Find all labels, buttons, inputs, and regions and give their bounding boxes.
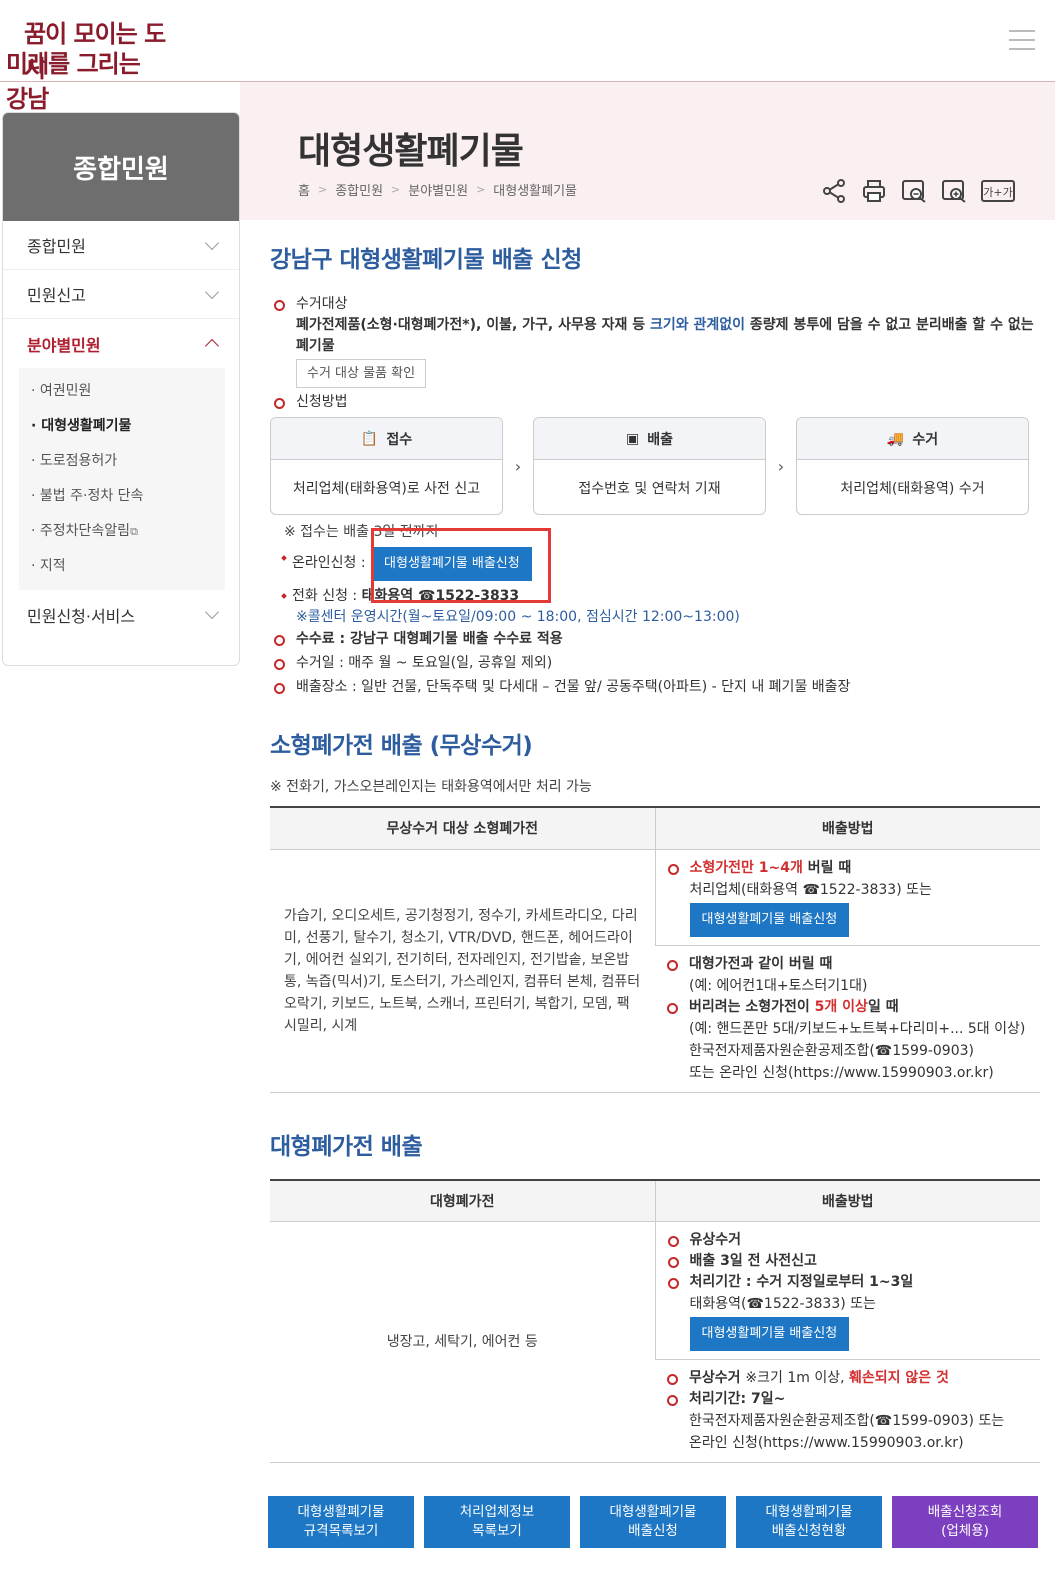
table-header: 대형폐가전 <box>270 1179 655 1222</box>
large-apply-button[interactable]: 대형생활폐기물 배출신청 <box>689 1317 850 1351</box>
zoom-in-icon[interactable] <box>941 178 967 204</box>
online-apply: 온라인신청 : 대형생활폐기물 배출신청 <box>270 547 1040 581</box>
target-description: 폐가전제품(소형·대형폐가전*), 이불, 가구, 사무용 자재 등 크기와 관… <box>296 317 1034 354</box>
small-apply-button[interactable]: 대형생활폐기물 배출신청 <box>689 902 850 937</box>
top-header: 꿈이 모이는 도시 미래를 그리는 강남 <box>0 0 1055 113</box>
apply-button[interactable]: 대형생활폐기물 배출신청 <box>580 1496 726 1548</box>
sidebar-item-label: 종합민원 <box>27 237 86 256</box>
table-header: 무상수거 대상 소형폐가전 <box>270 807 655 850</box>
submenu-item-passport[interactable]: · 여권민원 <box>31 374 225 409</box>
page-title: 대형생활폐기물 <box>298 131 524 172</box>
section-title-apply: 강남구 대형생활폐기물 배출 신청 <box>270 247 582 273</box>
table-header: 배출방법 <box>654 807 1040 850</box>
small-appliance-note: ※ 전화기, 가스오븐레인지는 태화용역에서만 처리 가능 <box>270 779 592 795</box>
vendor-list-button[interactable]: 처리업체정보 목록보기 <box>424 1496 570 1548</box>
submenu-item-parking-enforcement[interactable]: · 불법 주·정차 단속 <box>31 479 225 514</box>
breadcrumb-item[interactable]: 분야별민원 <box>408 180 468 199</box>
chevron-right-icon: › <box>514 456 522 476</box>
page-title-area: 대형생활폐기물 홈 > 종합민원 > 분야별민원 > 대형생활폐기물 가+가 <box>240 82 1055 220</box>
online-apply-button[interactable]: 대형생활폐기물 배출신청 <box>372 547 532 581</box>
svg-text:가+가: 가+가 <box>983 186 1012 199</box>
submenu-item-parking-alert[interactable]: · 주정차단속알림⧉ <box>31 514 225 549</box>
external-link-icon: ⧉ <box>130 525 138 538</box>
table-cell: 대형가전과 같이 버릴 때 (예: 에어컨1대+토스터기1대) 버리려는 소형가… <box>655 945 1040 1093</box>
breadcrumb-home[interactable]: 홈 <box>298 180 310 199</box>
chevron-down-icon <box>204 604 220 620</box>
print-icon[interactable] <box>861 178 887 204</box>
small-appliance-list: 가습기, 오디오세트, 공기청정기, 정수기, 카세트라디오, 다리미, 선풍기… <box>270 849 655 1093</box>
apply-status-button[interactable]: 대형생활폐기물 배출신청현황 <box>736 1496 882 1548</box>
sidebar-item-services[interactable]: 민원신청·서비스 <box>3 590 239 639</box>
main-content: 강남구 대형생활폐기물 배출 신청 수거대상 폐가전제품(소형·대형폐가전*),… <box>270 240 1040 1463</box>
site-logo[interactable]: 꿈이 모이는 도시 미래를 그리는 강남 <box>6 12 166 113</box>
section-title-small: 소형폐가전 배출 (무상수거) <box>270 733 533 759</box>
box-icon: ▣ <box>626 430 640 447</box>
sidebar-item-report[interactable]: 민원신고 <box>3 270 239 319</box>
large-appliance-table: 대형폐가전 배출방법 냉장고, 세탁기, 에어컨 등 유상수거 배출 3일 전 … <box>270 1178 1040 1463</box>
chevron-down-icon <box>204 284 220 299</box>
table-cell: 소형가전만 1~4개 버릴 때 처리업체(태화용역 ☎1522-3833) 또는… <box>654 849 1040 946</box>
sidebar-title: 종합민원 <box>3 113 239 221</box>
page-tools: 가+가 <box>821 178 1015 204</box>
small-appliance-table: 무상수거 대상 소형폐가전 배출방법 가습기, 오디오세트, 공기청정기, 정수… <box>270 806 1040 1093</box>
sidebar-item-label: 분야별민원 <box>27 335 101 355</box>
clipboard-icon: 📋 <box>360 430 379 447</box>
chevron-down-icon <box>204 235 220 250</box>
sidebar-item-label: 민원신고 <box>27 286 86 305</box>
step-dispose: ▣ 배출 접수번호 및 연락처 기재 <box>533 417 766 515</box>
vendor-lookup-button[interactable]: 배출신청조회 (업체용) <box>892 1496 1038 1548</box>
bottom-button-group: 대형생활폐기물 규격목록보기 처리업체정보 목록보기 대형생활폐기물 배출신청 대형생… <box>268 1496 1038 1548</box>
disposal-place: 배출장소 : 일반 건물, 단독주택 및 다세대 – 건물 앞/ 공동주택(아파… <box>270 677 1040 698</box>
breadcrumb-current: 대형생활폐기물 <box>493 184 578 199</box>
size-list-button[interactable]: 대형생활폐기물 규격목록보기 <box>268 1496 414 1548</box>
deadline-note: ※ 접수는 배출 3일 전까지 <box>284 524 439 540</box>
target-item: 수거대상 폐가전제품(소형·대형폐가전*), 이불, 가구, 사무용 자재 등 … <box>270 294 1040 388</box>
breadcrumb: 홈 > 종합민원 > 분야별민원 > 대형생활폐기물 <box>298 180 577 199</box>
section-title-large: 대형폐가전 배출 <box>270 1133 423 1160</box>
collection-day: 수거일 : 매주 월 ~ 토요일(일, 공휴일 제외) <box>270 653 1040 674</box>
sidebar-submenu: · 여권민원 · 대형생활폐기물 · 도로점용허가 · 불법 주·정차 단속 ·… <box>19 368 225 590</box>
check-items-button[interactable]: 수거 대상 물품 확인 <box>296 359 427 388</box>
sidebar-item-label: 민원신청·서비스 <box>27 606 136 626</box>
menu-icon[interactable] <box>1009 30 1035 52</box>
process-steps: 📋 접수 처리업체(태화용역)로 사전 신고 › ▣ 배출 접수번호 및 연락처 기… <box>270 417 1040 515</box>
callcenter-hours: ※콜센터 운영시간(월~토요일/09:00 ~ 18:00, 점심시간 12:0… <box>296 609 740 625</box>
chevron-right-icon: › <box>777 456 785 476</box>
phone-apply: 전화 신청 : 태화용역 ☎1522-3833 <box>270 585 1040 607</box>
step-receive: 📋 접수 처리업체(태화용역)로 사전 신고 <box>270 417 503 515</box>
side-navigation: 종합민원 종합민원 민원신고 분야별민원 · 여권민원 · 대형생활폐기물 · … <box>2 112 240 666</box>
large-appliance-list: 냉장고, 세탁기, 에어컨 등 <box>270 1221 655 1463</box>
fee-info: 수수료 : 강남구 대형폐기물 배출 수수료 적용 <box>270 629 1040 650</box>
submenu-item-cadastral[interactable]: · 지적 <box>31 549 225 584</box>
table-cell: 무상수거 ※크기 1m 이상, 훼손되지 않은 것 처리기간: 7일~ 한국전자… <box>655 1359 1040 1463</box>
truck-icon: 🚚 <box>886 430 905 447</box>
font-size-icon[interactable]: 가+가 <box>981 178 1015 204</box>
submenu-item-road-permit[interactable]: · 도로점용허가 <box>31 444 225 479</box>
target-label: 수거대상 <box>296 296 348 312</box>
logo-line-2: 미래를 그리는 강남 <box>6 50 141 113</box>
zoom-out-icon[interactable] <box>901 178 927 204</box>
sidebar-item-general[interactable]: 종합민원 <box>3 221 239 270</box>
table-header: 배출방법 <box>654 1179 1040 1222</box>
submenu-item-label: · 주정차단속알림 <box>31 523 131 539</box>
breadcrumb-item[interactable]: 종합민원 <box>335 180 383 199</box>
sidebar-item-field[interactable]: 분야별민원 <box>3 319 239 368</box>
table-cell: 유상수거 배출 3일 전 사전신고 처리기간 : 수거 지정일로부터 1~3일 … <box>654 1221 1040 1360</box>
chevron-up-icon <box>204 338 220 354</box>
method-label: 신청방법 <box>270 392 1040 413</box>
submenu-item-bulky-waste[interactable]: · 대형생활폐기물 <box>31 409 225 444</box>
share-icon[interactable] <box>821 178 847 204</box>
step-collect: 🚚 수거 처리업체(태화용역) 수거 <box>796 417 1029 515</box>
